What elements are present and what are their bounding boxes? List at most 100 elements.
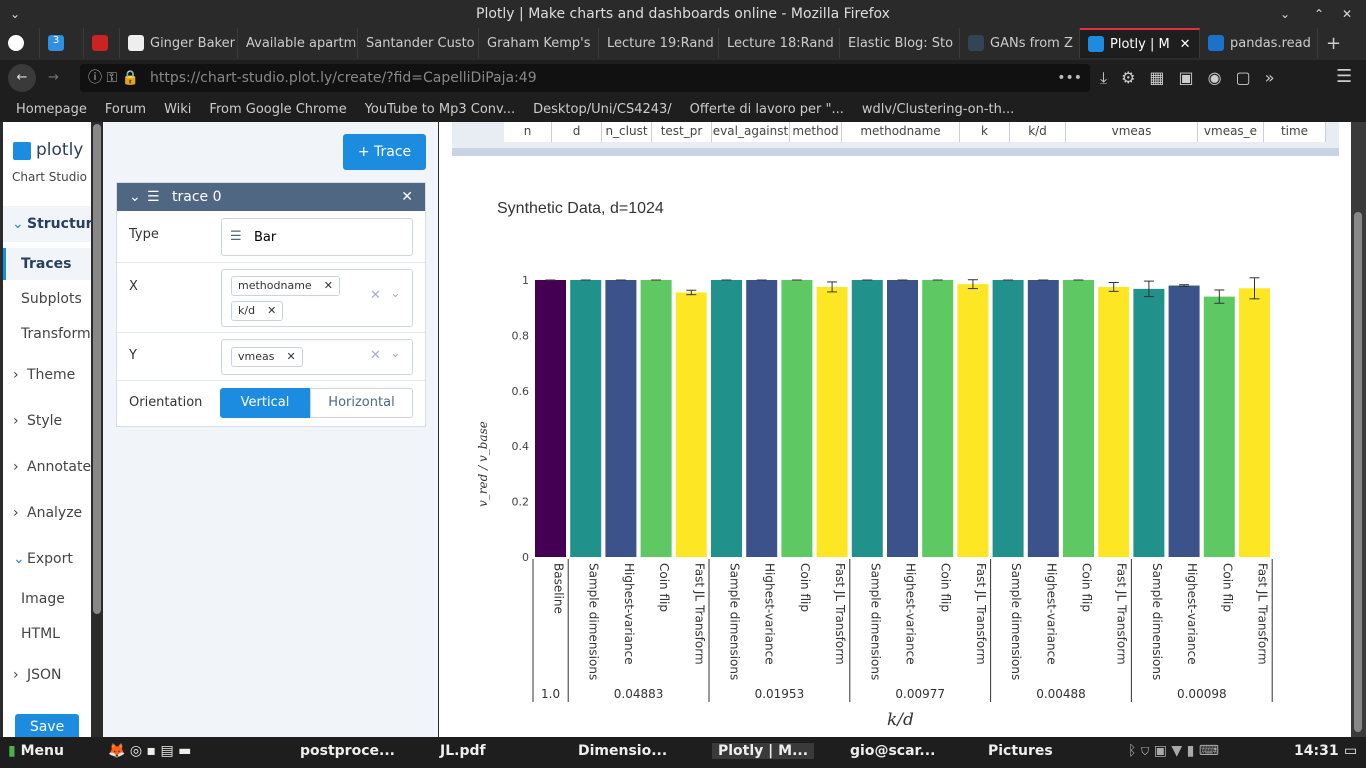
grid-col-k[interactable]: k [960, 122, 1010, 142]
nav-html[interactable]: HTML [21, 626, 60, 642]
vertical-toggle[interactable]: Vertical [220, 388, 310, 418]
quick-launch-icons[interactable]: 🦊 ◎ ▪ ▤ ▬ [108, 743, 191, 759]
toolbar-icons[interactable]: ⤓⚙▦▣◉▢» [1100, 68, 1289, 88]
clear-icon[interactable]: ✕ [370, 288, 381, 303]
new-tab-button[interactable]: + [1318, 28, 1348, 58]
nav-theme[interactable]: Theme [27, 367, 75, 383]
bookmark-folder-chrome[interactable]: From Google Chrome [209, 102, 346, 117]
tab-pandas[interactable]: pandas.read [1200, 28, 1318, 58]
close-tab-icon[interactable]: ✕ [1180, 37, 1191, 52]
show-desktop-icon[interactable]: ▭ [1344, 743, 1357, 759]
nav-traces[interactable]: Traces [21, 256, 72, 272]
nav-export-chevron-icon: ⌄ [13, 551, 25, 567]
delete-trace-icon[interactable]: ✕ [401, 183, 413, 211]
close-window-icon[interactable]: ✕ [1342, 0, 1352, 28]
back-button[interactable]: ← [8, 64, 36, 92]
grid-resize-handle[interactable] [452, 148, 1339, 156]
tab-apartments[interactable]: Available apartm [238, 28, 358, 58]
bar [1098, 286, 1130, 557]
x-select[interactable]: methodname ✕ k/d ✕ ✕ ⌄ [221, 269, 413, 327]
bookmark-wiki[interactable]: Wiki [164, 102, 191, 117]
tab-plotly[interactable]: Plotly | M ✕ [1080, 28, 1200, 58]
type-select[interactable]: ☰ Bar [221, 218, 413, 256]
task-dimensio[interactable]: Dimensio... [578, 743, 667, 759]
grid-col-nclust[interactable]: n_clust [602, 122, 652, 142]
remove-chip-icon[interactable]: ✕ [267, 304, 276, 317]
nav-export[interactable]: Export [27, 551, 73, 567]
bar [711, 280, 742, 557]
task-jlpdf[interactable]: JL.pdf [440, 743, 486, 759]
bookmark-desktop[interactable]: Desktop/Uni/CS4243/ [533, 102, 672, 117]
grid-col-eval[interactable]: eval_against [712, 122, 790, 142]
bar [605, 280, 637, 557]
task-plotly[interactable]: Plotly | M... [712, 743, 815, 759]
bookmark-homepage[interactable]: Homepage [16, 102, 87, 117]
menu-chevron-icon[interactable]: ⌄ [10, 0, 20, 28]
bookmark-forum[interactable]: Forum [105, 102, 146, 117]
nav-json[interactable]: JSON [27, 667, 62, 683]
grid-col-vmease[interactable]: vmeas_e [1198, 122, 1264, 142]
x-tick-label: Sample dimensions [587, 563, 601, 680]
horizontal-toggle[interactable]: Horizontal [310, 388, 413, 418]
tab-lecture18[interactable]: Lecture 18:Rand [719, 28, 840, 58]
tab-pinned-2[interactable]: 3 [40, 28, 84, 58]
bookmark-youtube[interactable]: YouTube to Mp3 Conv... [365, 102, 515, 117]
page-actions-icon[interactable]: ••• [1057, 64, 1082, 92]
nav-analyze[interactable]: Analyze [27, 505, 82, 521]
x-tick-label: Coin flip [1080, 563, 1094, 612]
tray-icons[interactable]: ᛒ ⛉ ▣ ▼ ▮ ⌨ [1128, 743, 1219, 759]
add-trace-button[interactable]: + Trace [343, 134, 426, 170]
nav-transform[interactable]: Transform [21, 326, 91, 342]
nav-image[interactable]: Image [21, 591, 65, 607]
page-scrollbar[interactable] [1351, 122, 1366, 737]
start-menu-button[interactable]: ▮ Menu [8, 743, 64, 759]
trace-header[interactable]: ⌄ ☰ trace 0 ✕ [117, 183, 425, 211]
tab-santander[interactable]: Santander Custo [358, 28, 479, 58]
x-tick-label: Sample dimensions [1009, 563, 1023, 680]
grid-col-methodname[interactable]: methodname [842, 122, 960, 142]
x-chip-methodname[interactable]: methodname ✕ [231, 276, 340, 296]
task-terminal[interactable]: gio@scar... [850, 743, 935, 759]
tab-ginger[interactable]: Ginger Baker [120, 28, 238, 58]
sidebar-scrollbar[interactable] [93, 124, 101, 614]
x-tick-label: Coin flip [1220, 563, 1234, 612]
dropdown-chevron-icon[interactable]: ⌄ [390, 346, 401, 361]
y-select[interactable]: vmeas ✕ ✕ ⌄ [221, 339, 413, 375]
grid-col-method[interactable]: method [790, 122, 842, 142]
collapse-chevron-icon[interactable]: ⌄ [129, 183, 141, 211]
bookmark-github[interactable]: wdlv/Clustering-on-th... [862, 102, 1014, 117]
forward-button[interactable]: → [48, 64, 59, 92]
grid-col-vmeas[interactable]: vmeas [1066, 122, 1198, 142]
tab-lecture19[interactable]: Lecture 19:Rand [599, 28, 719, 58]
minimize-icon[interactable]: ⌄ [1280, 0, 1290, 28]
nav-annotate[interactable]: Annotate [27, 459, 91, 475]
tab-gans[interactable]: GANs from Z [960, 28, 1080, 58]
remove-chip-icon[interactable]: ✕ [286, 350, 295, 363]
nav-style[interactable]: Style [27, 413, 62, 429]
bookmark-offerte[interactable]: Offerte di lavoro per "... [690, 102, 844, 117]
y-chip-vmeas[interactable]: vmeas ✕ [231, 347, 303, 367]
tab-elastic[interactable]: Elastic Blog: Sto [840, 28, 960, 58]
grid-col-time[interactable]: time [1264, 122, 1326, 142]
navigation-bar: ← → ⓘ ⚿ 🔒 https://chart-studio.plot.ly/c… [0, 60, 1366, 96]
grid-col-d[interactable]: d [552, 122, 602, 142]
tab-graham[interactable]: Graham Kemp's [479, 28, 599, 58]
dropdown-chevron-icon[interactable]: ⌄ [390, 286, 401, 301]
x-chip-kd[interactable]: k/d ✕ [231, 301, 284, 321]
grid-col-n[interactable]: n [504, 122, 552, 142]
tab-pinned-3[interactable] [84, 28, 120, 58]
nav-subplots[interactable]: Subplots [21, 291, 82, 307]
hamburger-menu-icon[interactable]: ☰ [1336, 66, 1352, 87]
maximize-icon[interactable]: ⌃ [1314, 0, 1324, 28]
nav-structure[interactable]: Structure [27, 216, 102, 232]
remove-chip-icon[interactable]: ✕ [324, 279, 333, 292]
clear-icon[interactable]: ✕ [370, 348, 381, 363]
address-bar[interactable]: ⓘ ⚿ 🔒 https://chart-studio.plot.ly/creat… [80, 64, 1090, 92]
tab-pinned-1[interactable] [0, 28, 40, 58]
grid-col-testpr[interactable]: test_pr [652, 122, 712, 142]
chart-title: Synthetic Data, d=1024 [497, 200, 664, 217]
grid-col-kd[interactable]: k/d [1010, 122, 1066, 142]
task-pictures[interactable]: Pictures [988, 743, 1053, 759]
task-postproce[interactable]: postproce... [300, 743, 395, 759]
x-tick-label: Highest-variance [1185, 563, 1199, 665]
